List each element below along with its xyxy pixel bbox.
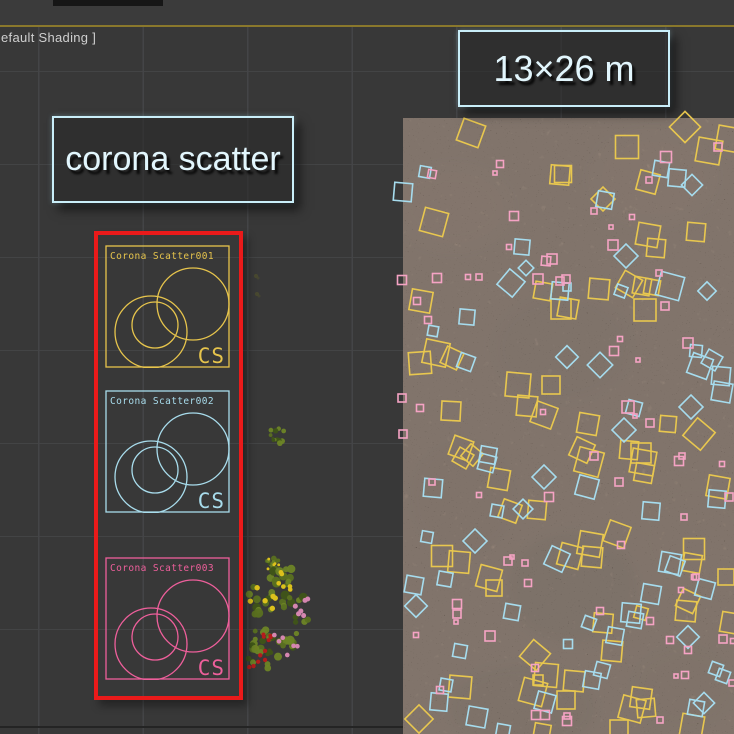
gizmo-name: Corona Scatter001 xyxy=(110,251,214,262)
viewport-shading-label[interactable]: efault Shading ] xyxy=(1,30,96,45)
gizmo-cs-mark: CS xyxy=(198,344,225,368)
terrain-texture xyxy=(398,118,734,734)
corona-scatter-gizmo-001[interactable]: Corona Scatter001 CS xyxy=(105,245,230,369)
corona-scatter-callout-text: corona scatter xyxy=(65,140,281,178)
corona-scatter-gizmo-002[interactable]: Corona Scatter002 CS xyxy=(105,390,230,514)
viewport[interactable]: efault Shading ] corona scatter 13×26 m … xyxy=(0,0,734,734)
gizmo-cs-mark: CS xyxy=(198,489,225,513)
terrain-plane[interactable] xyxy=(398,118,734,734)
viewport-tab-notch xyxy=(53,0,163,6)
size-callout-text: 13×26 m xyxy=(493,47,635,89)
gizmo-name: Corona Scatter002 xyxy=(110,396,214,407)
gizmo-name: Corona Scatter003 xyxy=(110,563,214,574)
corona-scatter-gizmo-003[interactable]: Corona Scatter003 CS xyxy=(105,557,230,681)
size-callout: 13×26 m xyxy=(458,30,670,107)
viewport-accent-line xyxy=(0,25,734,27)
corona-scatter-callout: corona scatter xyxy=(52,116,294,203)
gizmo-cs-mark: CS xyxy=(198,656,225,680)
